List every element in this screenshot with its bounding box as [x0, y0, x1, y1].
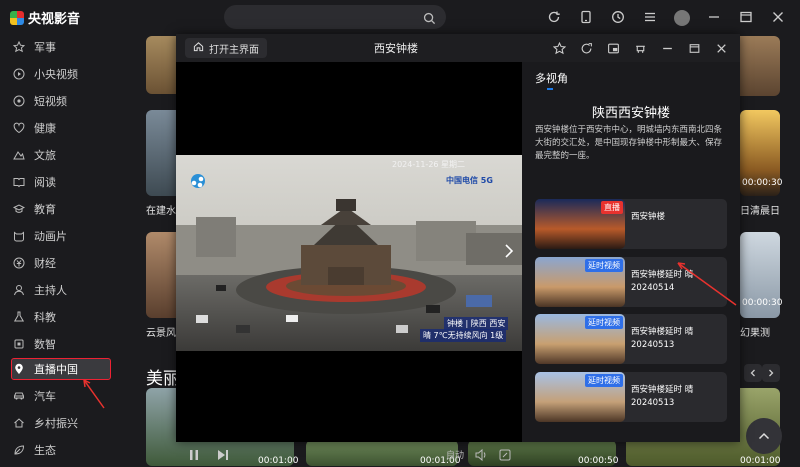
annotation-arrows: [83, 262, 737, 409]
